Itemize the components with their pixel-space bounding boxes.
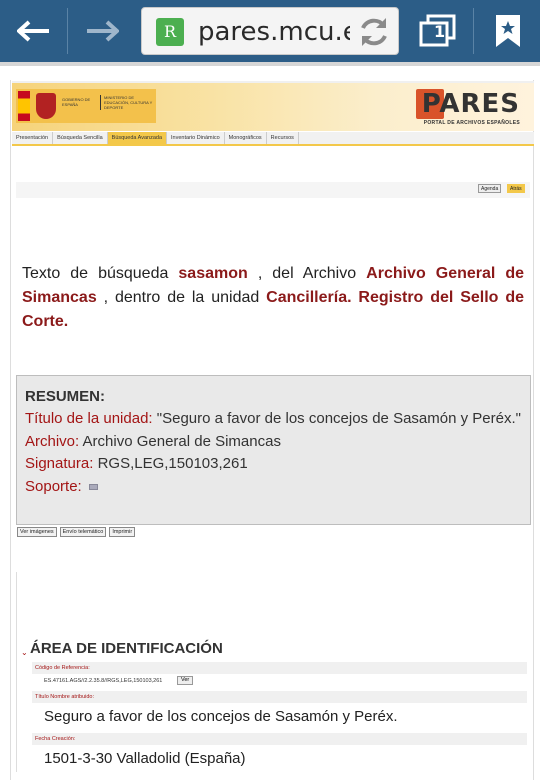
search-mid2: , dentro de la unidad (103, 289, 260, 306)
collapse-arrow-icon[interactable]: ⌄ (21, 648, 28, 657)
government-logo[interactable]: GOBIERNO DE ESPAÑA MINISTERIO DE EDUCACI… (16, 89, 156, 123)
nav-busqueda-avanzada[interactable]: Búsqueda Avanzada (107, 132, 168, 144)
reload-button[interactable] (356, 14, 392, 55)
archivo-row: Archivo: Archivo General de Simancas (25, 431, 522, 454)
archivo-label: Archivo: (25, 432, 80, 450)
pares-wordmark: PARES (421, 89, 520, 119)
titulo-label: Título de la unidad: (25, 410, 153, 427)
codigo-label: Código de Referencia: (32, 662, 527, 674)
site-banner: GOBIERNO DE ESPAÑA MINISTERIO DE EDUCACI… (12, 81, 534, 131)
spain-shield-icon (36, 93, 56, 119)
nav-recursos[interactable]: Recursos (267, 132, 299, 144)
toolbar-separator (473, 8, 474, 54)
signatura-label: Signatura: (25, 455, 94, 472)
forward-button[interactable] (76, 0, 128, 62)
back-button[interactable] (8, 0, 60, 62)
bookmark-button[interactable] (482, 0, 534, 62)
ver-button[interactable]: Ver (177, 676, 194, 685)
web-page: GOBIERNO DE ESPAÑA MINISTERIO DE EDUCACI… (0, 66, 540, 780)
titulo-value: "Seguro a favor de los concejos de Sasam… (156, 410, 521, 427)
bookmark-star-icon (496, 15, 520, 47)
titulo-row: Título de la unidad: "Seguro a favor de … (25, 408, 522, 431)
titulo-atribuido-value: Seguro a favor de los concejos de Sasamó… (44, 708, 398, 725)
fecha-label: Fecha Creación: (32, 733, 527, 745)
search-unit: Cancillería. Registro del Sello de Corte… (22, 289, 524, 330)
action-buttons: Ver imágenes Envío telemático Imprimir (17, 527, 136, 537)
area-identificacion-title[interactable]: ÁREA DE IDENTIFICACIÓN (30, 640, 223, 657)
back-arrow-icon (17, 20, 49, 42)
site-favicon-icon: R (156, 18, 184, 46)
soporte-label: Soporte: (25, 477, 82, 495)
search-prefix: Texto de búsqueda (22, 265, 169, 282)
atras-button[interactable]: Atrás (507, 184, 525, 193)
nav-inventario-dinamico[interactable]: Inventario Dinámico (167, 132, 225, 144)
eu-flag-icon (18, 91, 30, 121)
resumen-title: RESUMEN: (25, 388, 106, 405)
toolbar-separator (67, 8, 68, 54)
titulo-atribuido-label: Título Nombre atribuido: (32, 691, 527, 703)
address-bar[interactable]: R pares.mcu.e (141, 7, 399, 55)
signatura-value: RGS,LEG,150103,261 (97, 455, 248, 472)
fecha-value: 1501-3-30 Valladolid (España) (44, 750, 246, 767)
browser-toolbar: R pares.mcu.e 1 (0, 0, 540, 66)
agenda-button[interactable]: Agenda (478, 184, 502, 193)
pares-subtitle: PORTAL DE ARCHIVOS ESPAÑOLES (423, 120, 520, 126)
tool-strip: Agenda Atrás (16, 182, 530, 198)
ministry-name: MINISTERIO DE EDUCACIÓN, CULTURA Y DEPOR… (100, 95, 156, 110)
codigo-value: ES.47161.AGS//2.2.35.8//RGS,LEG,150103,2… (44, 678, 163, 684)
resumen-box: RESUMEN: Título de la unidad: "Seguro a … (16, 375, 531, 525)
search-mid: , del Archivo (257, 265, 357, 282)
pares-logo[interactable]: PARES PORTAL DE ARCHIVOS ESPAÑOLES (416, 87, 526, 127)
tabs-button[interactable]: 1 (412, 0, 464, 62)
tab-count: 1 (434, 22, 446, 41)
main-nav: Presentación Búsqueda Sencilla Búsqueda … (12, 132, 534, 146)
search-summary: Texto de búsqueda sasamon , del Archivo … (22, 262, 524, 334)
document-icon (88, 483, 98, 490)
reload-icon (361, 18, 387, 46)
forward-arrow-icon (87, 20, 119, 42)
gov-name: GOBIERNO DE ESPAÑA (62, 97, 91, 107)
nav-busqueda-sencilla[interactable]: Búsqueda Sencilla (53, 132, 108, 144)
envio-telematico-button[interactable]: Envío telemático (59, 527, 107, 537)
imprimir-button[interactable]: Imprimir (109, 527, 136, 537)
nav-monograficos[interactable]: Monográficos (225, 132, 267, 144)
url-text[interactable]: pares.mcu.e (198, 17, 350, 47)
search-term: sasamon (178, 265, 248, 282)
ver-imagenes-button[interactable]: Ver imágenes (17, 527, 57, 537)
signatura-row: Signatura: RGS,LEG,150103,261 (25, 453, 522, 476)
archivo-value: Archivo General de Simancas (82, 432, 281, 450)
nav-presentacion[interactable]: Presentación (12, 132, 54, 144)
soporte-row: Soporte: (25, 476, 522, 499)
